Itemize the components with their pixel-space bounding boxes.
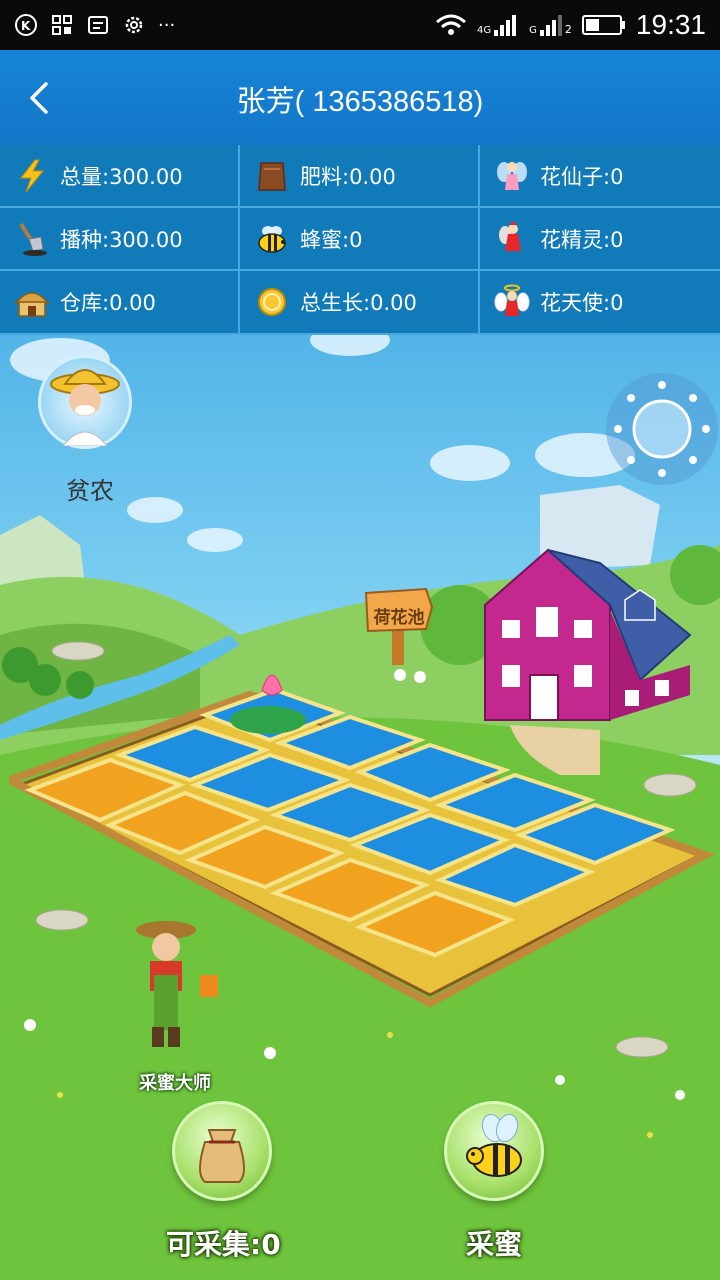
stat-label: 花精灵:0	[540, 227, 624, 252]
stat-label: 总生长:0.00	[300, 291, 417, 315]
stats-panel: 总量:300.00 肥料:0.00 花仙子:0 播种:300.00 蜂蜜:0 花…	[0, 145, 720, 335]
stat-honey: 蜂蜜:0	[240, 208, 480, 271]
joystick-icon	[614, 381, 710, 477]
stat-total: 总量:300.00	[0, 145, 240, 208]
page-title: 张芳( 1365386518)	[236, 86, 484, 118]
stat-warehouse: 仓库:0.00	[0, 271, 240, 335]
shovel-seed-icon	[14, 221, 50, 257]
lightning-icon	[14, 158, 50, 194]
gather-honey-button[interactable]	[444, 1101, 544, 1201]
stat-label: 花天使:0	[540, 291, 624, 315]
stat-label: 蜂蜜:0	[300, 227, 363, 252]
app-header: 张芳( 1365386518)	[0, 50, 720, 145]
farmer-character-label[interactable]: 采蜜大师	[120, 1069, 230, 1095]
grid-app-icon	[50, 13, 74, 37]
message-app-icon	[86, 13, 110, 37]
status-bar: K ··· 4G G 2 19:31	[0, 0, 720, 50]
battery-icon	[581, 13, 626, 37]
gather-honey-label: 采蜜	[466, 1228, 523, 1261]
svg-text:K: K	[21, 19, 31, 33]
stat-label: 花仙子:0	[540, 164, 624, 189]
signal-g-icon: G 2	[529, 14, 572, 36]
sack-icon	[199, 1129, 245, 1183]
stat-fertilizer: 肥料:0.00	[240, 145, 480, 208]
wifi-icon	[435, 13, 467, 37]
settings-gear-icon	[122, 13, 146, 37]
stat-sowing: 播种:300.00	[0, 208, 240, 271]
hut-icon	[14, 284, 50, 320]
fertilizer-bag-icon	[254, 158, 290, 194]
collect-button[interactable]	[172, 1101, 272, 1201]
k-app-icon: K	[14, 13, 38, 37]
angel-icon	[494, 284, 530, 320]
lotus-pond-sign[interactable]: 荷花池	[362, 585, 436, 665]
farm-scene: 贫农 荷花池 采蜜大师 可采集:0 采蜜	[0, 335, 720, 1280]
clock-time: 19:31	[635, 9, 706, 40]
collectable-count-label: 可采集:0	[166, 1228, 281, 1261]
coin-icon	[254, 284, 290, 320]
fairy-icon	[494, 158, 530, 194]
stat-fairy: 花仙子:0	[480, 145, 720, 208]
stat-label: 肥料:0.00	[300, 164, 396, 189]
stat-sprite: 花精灵:0	[480, 208, 720, 271]
avatar-rank-label: 贫农	[66, 477, 114, 505]
stat-label: 播种:300.00	[60, 227, 183, 252]
bee-icon	[254, 221, 290, 257]
joystick-control[interactable]	[606, 373, 718, 485]
farmer-avatar-icon	[50, 369, 120, 447]
avatar[interactable]	[38, 355, 132, 449]
stat-angel: 花天使:0	[480, 271, 720, 335]
sprite-icon	[494, 220, 530, 257]
more-notifications-icon: ···	[158, 14, 176, 36]
stat-label: 仓库:0.00	[60, 291, 156, 315]
bee-icon	[466, 1113, 522, 1177]
signal-4g-icon: 4G	[477, 14, 519, 36]
stat-growth: 总生长:0.00	[240, 271, 480, 335]
stat-label: 总量:300.00	[60, 164, 183, 189]
sign-label: 荷花池	[373, 608, 425, 628]
